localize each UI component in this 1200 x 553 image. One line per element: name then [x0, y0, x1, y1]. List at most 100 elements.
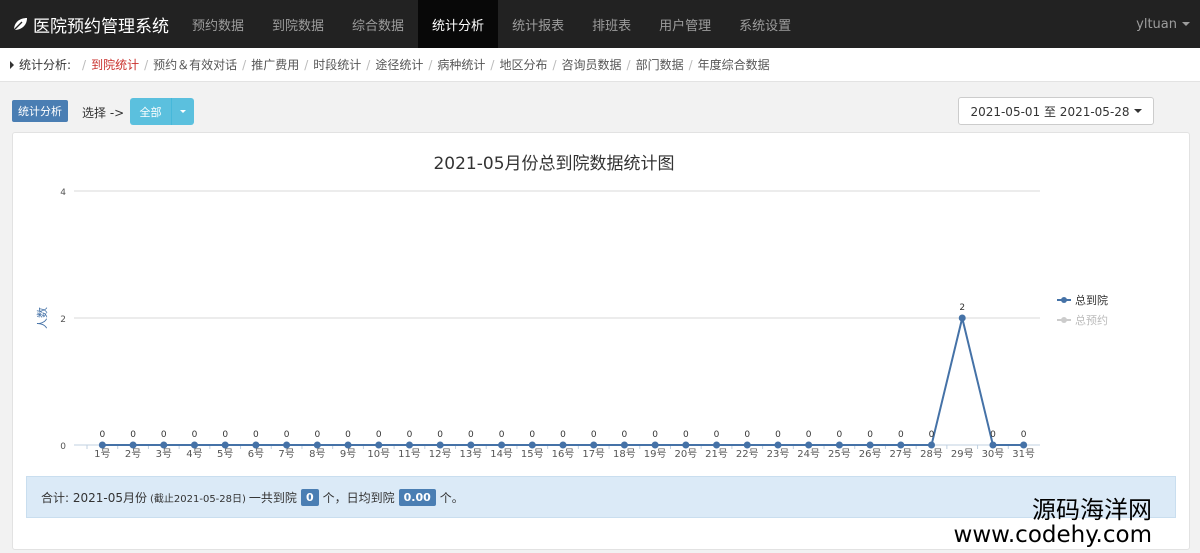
nav-menu: 预约数据 到院数据 综合数据 统计分析 统计报表 排班表 用户管理 系统设置	[178, 0, 805, 48]
data-point	[928, 441, 936, 449]
brand[interactable]: 医院预约管理系统	[0, 0, 178, 48]
data-label: 0	[683, 430, 689, 440]
data-label: 0	[898, 430, 904, 440]
breadcrumb-link[interactable]: 到院统计	[91, 56, 139, 73]
breadcrumb-separator: /	[366, 57, 371, 72]
chart-title: 2021-05月份总到院数据统计图	[433, 154, 674, 174]
data-label: 0	[560, 430, 566, 440]
category-select-button[interactable]: 全部	[130, 98, 194, 125]
data-label: 0	[837, 430, 843, 440]
breadcrumb-separator: /	[304, 57, 309, 72]
category-select-toggle[interactable]	[172, 98, 194, 125]
x-tick-label: 30号	[982, 448, 1005, 460]
data-label: 0	[314, 430, 320, 440]
data-point	[897, 441, 905, 449]
y-axis-label: 人数	[36, 307, 49, 329]
data-label: 0	[775, 430, 781, 440]
data-point	[129, 441, 137, 449]
nav-item[interactable]: 到院数据	[258, 0, 338, 48]
x-tick-label: 26号	[859, 448, 882, 460]
breadcrumb-link[interactable]: 地区分布	[499, 56, 547, 73]
breadcrumb-link[interactable]: 推广费用	[251, 56, 299, 73]
series-line	[102, 317, 1024, 446]
data-label: 0	[161, 430, 167, 440]
brand-title: 医院预约管理系统	[33, 16, 169, 37]
data-point	[528, 441, 536, 449]
data-point	[835, 441, 843, 449]
user-menu[interactable]: yltuan	[1136, 0, 1190, 48]
x-tick-label: 14号	[490, 448, 513, 460]
data-label: 0	[253, 430, 259, 440]
nav-item[interactable]: 预约数据	[178, 0, 258, 48]
select-label: 选择 ->	[82, 106, 125, 120]
chevron-down-icon	[1182, 22, 1190, 26]
leaf-icon	[13, 18, 27, 31]
top-navbar: 医院预约管理系统 预约数据 到院数据 综合数据 统计分析 统计报表 排班表 用户管理 系统设置…	[0, 0, 1200, 48]
data-point	[682, 441, 690, 449]
total-arrivals-badge: 0	[300, 488, 319, 506]
data-label: 0	[130, 430, 136, 440]
date-range-picker[interactable]: 2021-05-01 至 2021-05-28	[958, 97, 1154, 125]
data-point	[344, 441, 352, 449]
data-point	[958, 314, 966, 322]
avg-arrivals-badge: 0.00	[398, 488, 436, 506]
x-tick-label: 7号	[278, 448, 294, 460]
x-tick-label: 5号	[217, 448, 233, 460]
category-select-value[interactable]: 全部	[130, 98, 172, 125]
breadcrumb-link[interactable]: 途径统计	[375, 56, 423, 73]
breadcrumb-separator: /	[552, 57, 557, 72]
data-point	[713, 441, 721, 449]
data-label: 0	[744, 430, 750, 440]
data-label: 0	[652, 430, 658, 440]
breadcrumb-link[interactable]: 病种统计	[437, 56, 485, 73]
data-point	[467, 441, 475, 449]
summary-text-total: 一共到院	[248, 490, 297, 505]
x-tick-label: 15号	[521, 448, 544, 460]
nav-item[interactable]: 排班表	[578, 0, 645, 48]
data-point	[559, 441, 567, 449]
data-point	[221, 441, 229, 449]
nav-item[interactable]: 系统设置	[725, 0, 805, 48]
date-range-value: 2021-05-01 至 2021-05-28	[970, 104, 1130, 119]
x-tick-label: 1号	[94, 448, 110, 460]
nav-item[interactable]: 综合数据	[338, 0, 418, 48]
breadcrumb-link[interactable]: 部门数据	[636, 56, 684, 73]
data-label: 0	[806, 430, 812, 440]
watermark: 源码海洋网 www.codehy.com	[953, 497, 1152, 548]
breadcrumb-link[interactable]: 预约＆有效对话	[153, 56, 237, 73]
breadcrumb-link[interactable]: 咨询员数据	[562, 56, 622, 73]
data-point	[160, 441, 168, 449]
data-point	[1020, 441, 1028, 449]
x-tick-label: 27号	[889, 448, 912, 460]
chevron-down-icon	[180, 110, 186, 113]
breadcrumb-separator: /	[82, 57, 87, 72]
nav-item[interactable]: 用户管理	[645, 0, 725, 48]
breadcrumb-separator: /	[490, 57, 495, 72]
data-label: 0	[591, 430, 597, 440]
user-name: yltuan	[1136, 16, 1177, 32]
data-label: 0	[284, 430, 290, 440]
data-label: 0	[499, 430, 505, 440]
data-label: 0	[529, 430, 535, 440]
data-label: 0	[345, 430, 351, 440]
data-point	[98, 441, 106, 449]
y-tick-label: 4	[60, 188, 66, 198]
nav-item[interactable]: 统计报表	[498, 0, 578, 48]
summary-prefix: 合计: 2021-05月份	[41, 490, 147, 505]
data-point	[620, 441, 628, 449]
breadcrumb-link[interactable]: 时段统计	[313, 56, 361, 73]
x-tick-label: 8号	[309, 448, 325, 460]
x-tick-label: 20号	[674, 448, 697, 460]
nav-item[interactable]: 统计分析	[418, 0, 499, 48]
data-label: 0	[99, 430, 105, 440]
x-tick-label: 22号	[736, 448, 759, 460]
data-label: 0	[437, 430, 443, 440]
data-label: 0	[622, 430, 628, 440]
data-point	[436, 441, 444, 449]
arrival-line-chart: 2021-05月份总到院数据统计图 0 2 4 人数 1号 2号 3号 4号 5号 6号 7号 8号 9号…	[36, 154, 1108, 460]
breadcrumb-title: 统计分析:	[19, 58, 72, 72]
breadcrumb-link[interactable]: 年度综合数据	[698, 56, 770, 73]
x-tick-label: 2号	[125, 448, 141, 460]
data-point	[190, 441, 198, 449]
watermark-line-2: www.codehy.com	[953, 521, 1152, 548]
